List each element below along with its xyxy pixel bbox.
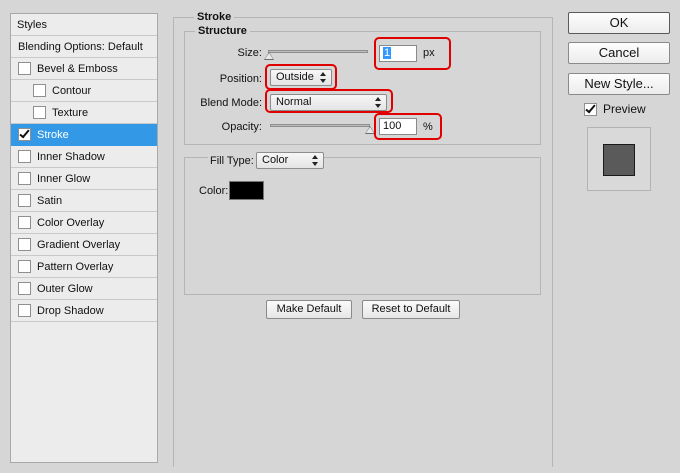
styles-list: Styles Blending Options: Default Bevel & … [10,13,158,463]
checkmark-icon [19,127,30,139]
style-item-checkbox[interactable] [18,304,31,317]
stroke-group: Stroke Structure Size: 1 px Position: Ou… [173,11,553,467]
style-item-drop-shadow[interactable]: Drop Shadow [11,300,157,322]
opacity-label: Opacity: [221,121,262,133]
opacity-slider[interactable] [270,124,370,127]
style-item-blending-options-default[interactable]: Blending Options: Default [11,36,157,58]
size-slider-thumb[interactable] [264,52,274,60]
style-item-checkbox[interactable] [18,127,31,141]
style-item-checkbox[interactable] [18,194,31,207]
style-item-label: Inner Shadow [37,150,105,163]
style-item-checkbox[interactable] [18,172,31,185]
fill-group: Fill Type: Color Color: [184,152,541,295]
style-item-inner-shadow[interactable]: Inner Shadow [11,146,157,168]
preview-thumbnail [587,127,651,191]
style-item-label: Gradient Overlay [37,238,121,251]
style-item-satin[interactable]: Satin [11,190,157,212]
style-item-checkbox[interactable] [18,260,31,273]
style-item-checkbox[interactable] [18,216,31,229]
reset-to-default-button[interactable]: Reset to Default [362,300,460,319]
style-item-label: Bevel & Emboss [37,62,118,75]
fill-type-dropdown[interactable]: Color [256,152,324,169]
style-item-label: Stroke [37,128,69,141]
size-slider[interactable] [268,50,368,53]
style-item-outer-glow[interactable]: Outer Glow [11,278,157,300]
preview-toggle[interactable]: Preview [584,102,646,116]
style-item-checkbox[interactable] [18,238,31,251]
style-item-stroke[interactable]: Stroke [11,124,157,146]
style-item-label: Color Overlay [37,216,105,229]
style-item-label: Drop Shadow [37,304,104,317]
structure-group: Structure Size: 1 px Position: Outside B… [184,25,541,145]
style-item-checkbox[interactable] [18,150,31,163]
style-item-checkbox[interactable] [18,282,31,295]
style-item-label: Blending Options: Default [18,40,143,53]
style-item-checkbox[interactable] [33,84,46,97]
style-item-gradient-overlay[interactable]: Gradient Overlay [11,234,157,256]
structure-title: Structure [195,25,250,37]
make-default-button[interactable]: Make Default [266,300,352,319]
stroke-title: Stroke [194,11,235,23]
new-style-button[interactable]: New Style... [568,73,670,95]
style-item-label: Outer Glow [37,282,93,295]
styles-header-label: Styles [17,18,47,31]
stroke-color-swatch[interactable] [229,181,264,200]
style-item-label: Inner Glow [37,172,91,185]
fill-type-value: Color [262,154,289,166]
style-item-pattern-overlay[interactable]: Pattern Overlay [11,256,157,278]
fill-type-label: Fill Type: [208,155,256,167]
size-label: Size: [237,47,262,59]
ok-button[interactable]: OK [568,12,670,34]
style-item-texture[interactable]: Texture [11,102,157,124]
highlight-opacity [374,113,442,140]
style-item-inner-glow[interactable]: Inner Glow [11,168,157,190]
styles-header: Styles [11,14,157,36]
highlight-position [265,64,337,90]
style-item-checkbox[interactable] [33,106,46,119]
style-item-label: Contour [52,84,92,97]
highlight-size [374,37,451,70]
style-item-label: Pattern Overlay [37,260,114,273]
color-label: Color: [199,185,229,197]
preview-swatch [603,144,635,176]
style-item-label: Satin [37,194,63,207]
highlight-blend-mode [265,89,393,113]
blend-mode-label: Blend Mode: [200,97,262,109]
preview-label: Preview [603,102,646,116]
style-item-checkbox[interactable] [18,62,31,75]
checkmark-icon [585,102,596,113]
style-item-color-overlay[interactable]: Color Overlay [11,212,157,234]
style-item-label: Texture [52,106,89,119]
style-item-bevel-emboss[interactable]: Bevel & Emboss [11,58,157,80]
dropdown-arrows-icon [312,155,319,166]
style-item-contour[interactable]: Contour [11,80,157,102]
cancel-button[interactable]: Cancel [568,42,670,64]
preview-checkbox[interactable] [584,102,597,116]
position-label: Position: [219,73,262,85]
